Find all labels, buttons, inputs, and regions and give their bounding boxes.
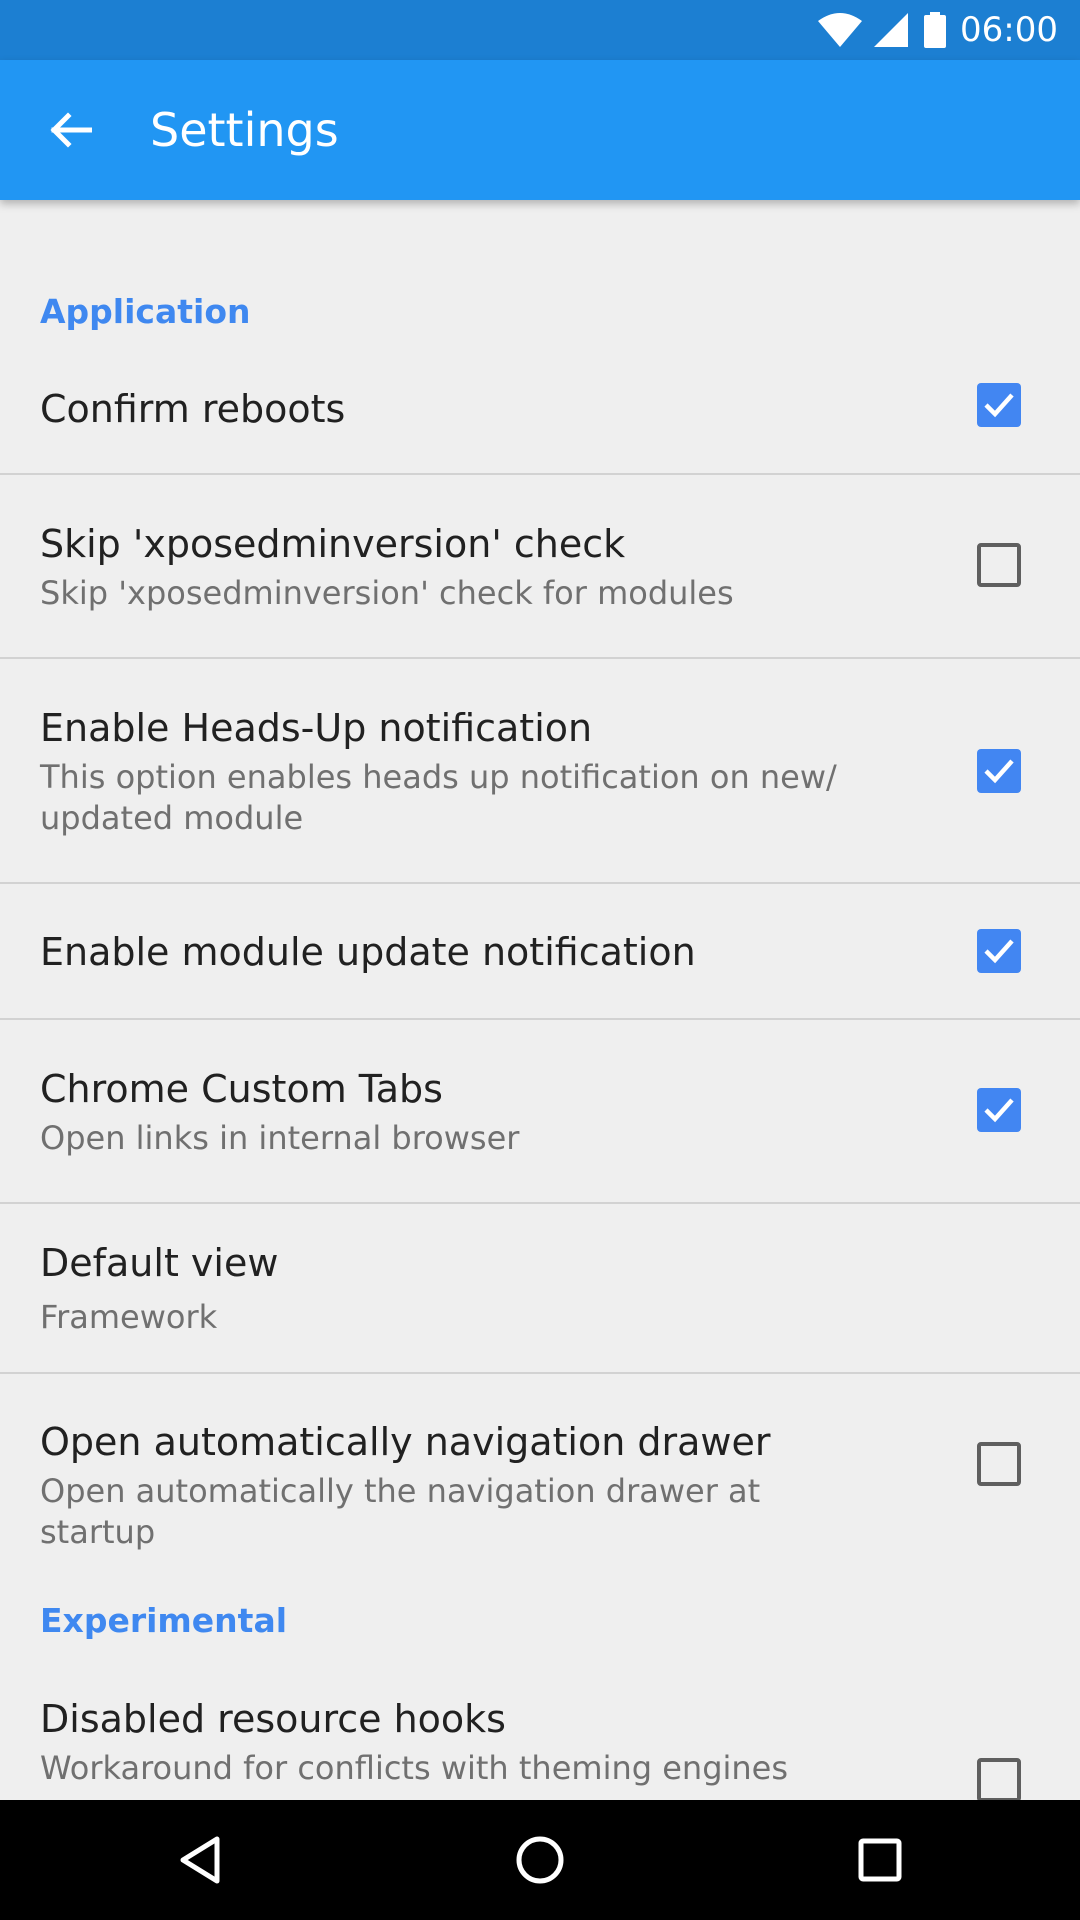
pref-title: Enable Heads-Up notification (40, 706, 593, 750)
pref-summary: Skip 'xposedminversion' check for module… (40, 574, 734, 612)
section-header-experimental: Experimental (40, 1601, 288, 1640)
check-icon (984, 759, 1014, 784)
cell-signal-icon (874, 13, 909, 47)
pref-summary: Open links in internal browser (40, 1119, 520, 1157)
pref-disabled-resource-hooks[interactable]: Disabled resource hooks Workaround for c… (0, 1674, 1080, 1800)
nav-recents-icon (858, 1838, 902, 1882)
status-icons: 06:00 (818, 0, 1080, 60)
pref-default-view[interactable]: Default view Framework (0, 1204, 1080, 1372)
page-title: Settings (150, 103, 339, 157)
check-icon (984, 393, 1014, 418)
nav-recents-button[interactable] (840, 1820, 920, 1900)
pref-module-update-notification[interactable]: Enable module update notification (0, 884, 1080, 1018)
pref-title: Disabled resource hooks (40, 1697, 506, 1741)
back-button[interactable] (40, 100, 100, 160)
nav-back-button[interactable] (160, 1820, 240, 1900)
custom-tabs-checkbox[interactable] (977, 1088, 1021, 1132)
wifi-icon (818, 13, 863, 47)
skip-minversion-checkbox[interactable] (977, 543, 1021, 587)
status-bar: 06:00 (0, 0, 1080, 60)
status-time: 06:00 (960, 10, 1058, 50)
pref-value: Framework (40, 1298, 218, 1336)
pref-summary-line2: updated module (40, 799, 304, 837)
pref-title: Skip 'xposedminversion' check (40, 522, 626, 566)
heads-up-checkbox[interactable] (977, 749, 1021, 793)
pref-title: Open automatically navigation drawer (40, 1420, 771, 1464)
pref-title: Chrome Custom Tabs (40, 1067, 443, 1111)
disabled-hooks-checkbox[interactable] (977, 1758, 1021, 1800)
pref-skip-minversion[interactable]: Skip 'xposedminversion' check Skip 'xpos… (0, 475, 1080, 657)
pref-chrome-custom-tabs[interactable]: Chrome Custom Tabs Open links in interna… (0, 1020, 1080, 1202)
pref-open-navigation-drawer[interactable]: Open automatically navigation drawer Ope… (0, 1374, 1080, 1551)
section-header-application: Application (40, 292, 251, 331)
battery-icon (924, 12, 947, 48)
pref-confirm-reboots[interactable]: Confirm reboots (0, 375, 1080, 475)
pref-summary: Open automatically the navigation drawer… (40, 1472, 761, 1551)
pref-summary: Workaround for conflicts with theming en… (40, 1749, 789, 1787)
pref-title: Enable module update notification (40, 930, 696, 974)
confirm-reboots-checkbox[interactable] (977, 383, 1021, 427)
nav-home-button[interactable] (500, 1820, 580, 1900)
pref-summary-line1: This option enables heads up notificatio… (40, 758, 837, 796)
module-update-checkbox[interactable] (977, 929, 1021, 973)
settings-list[interactable]: Application Confirm reboots Skip 'xposed… (0, 200, 1080, 1800)
arrow-back-icon (48, 108, 92, 152)
pref-title: Default view (40, 1241, 279, 1285)
open-drawer-checkbox[interactable] (977, 1442, 1021, 1486)
app-bar: Settings (0, 60, 1080, 200)
system-navigation-bar (0, 1800, 1080, 1920)
nav-home-icon (515, 1835, 565, 1885)
pref-heads-up-notification[interactable]: Enable Heads-Up notification This option… (0, 659, 1080, 882)
nav-back-icon (177, 1835, 223, 1885)
pref-title: Confirm reboots (40, 387, 346, 431)
check-icon (984, 1098, 1014, 1123)
check-icon (984, 939, 1014, 964)
